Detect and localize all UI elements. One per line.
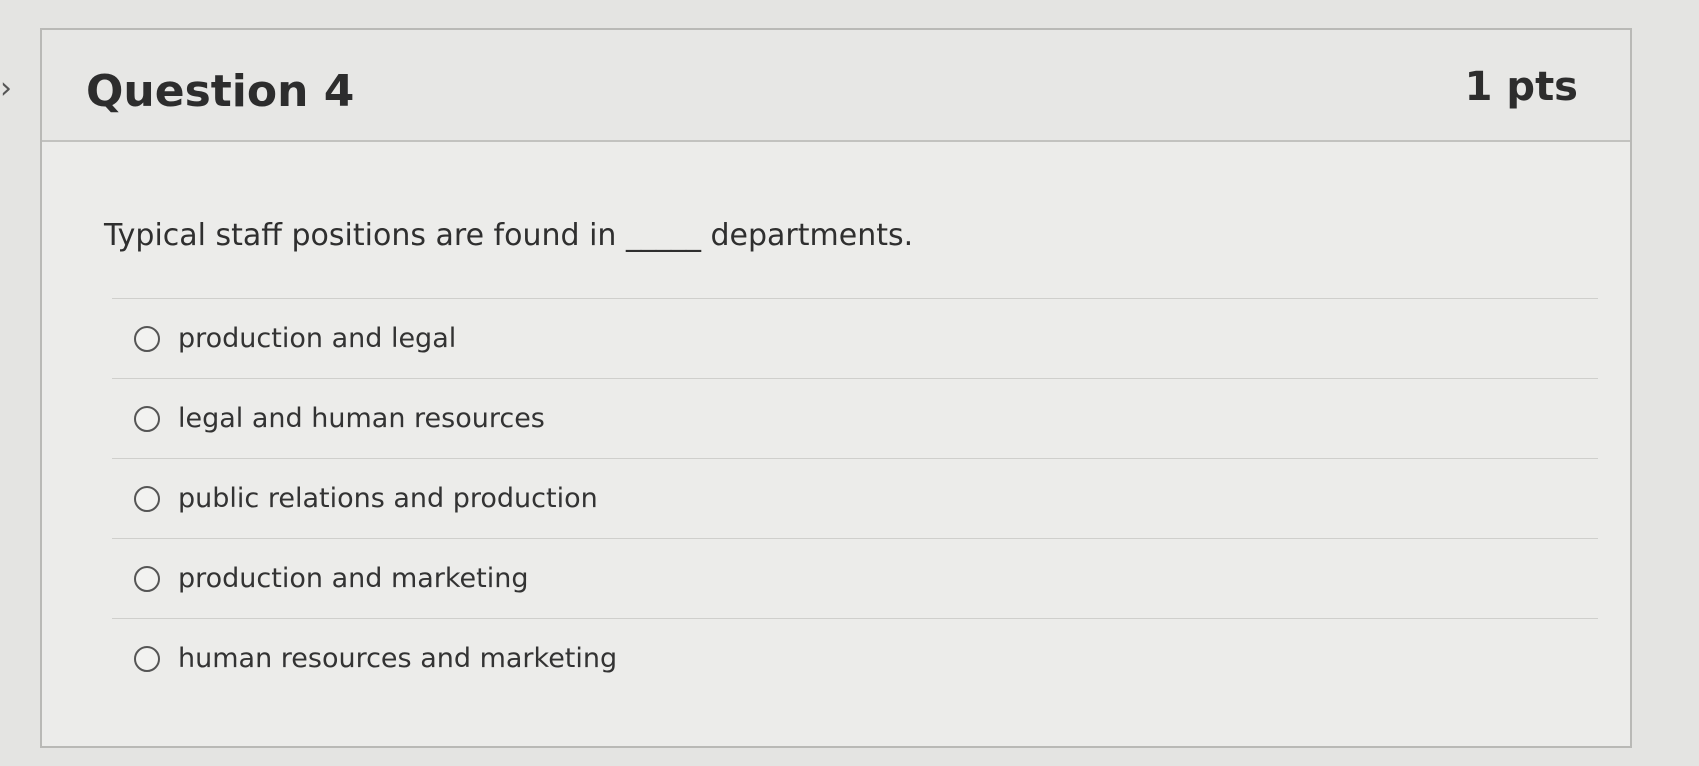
question-text: Typical staff positions are found in ___… [104,218,914,253]
answer-option-1[interactable]: production and legal [112,298,1598,378]
answer-list: production and legal legal and human res… [112,298,1598,698]
question-title: Question 4 [86,66,355,117]
answer-option-3[interactable]: public relations and production [112,458,1598,538]
answer-label: human resources and marketing [178,643,618,674]
question-card: Question 4 1 pts Typical staff positions… [40,28,1632,748]
radio-button-icon[interactable] [134,565,160,592]
answer-option-5[interactable]: human resources and marketing [112,618,1598,698]
answer-label: legal and human resources [178,403,545,434]
answer-label: public relations and production [178,483,598,514]
answer-option-2[interactable]: legal and human resources [112,378,1598,458]
radio-button-icon[interactable] [134,485,160,512]
question-points: 1 pts [1464,64,1578,110]
chevron-right-icon[interactable]: › [0,72,22,106]
answer-option-4[interactable]: production and marketing [112,538,1598,618]
radio-button-icon[interactable] [134,405,160,432]
answer-label: production and legal [178,323,457,354]
radio-button-icon[interactable] [134,325,160,352]
question-header: Question 4 1 pts [42,30,1630,142]
radio-button-icon[interactable] [134,645,160,672]
answer-label: production and marketing [178,563,529,594]
